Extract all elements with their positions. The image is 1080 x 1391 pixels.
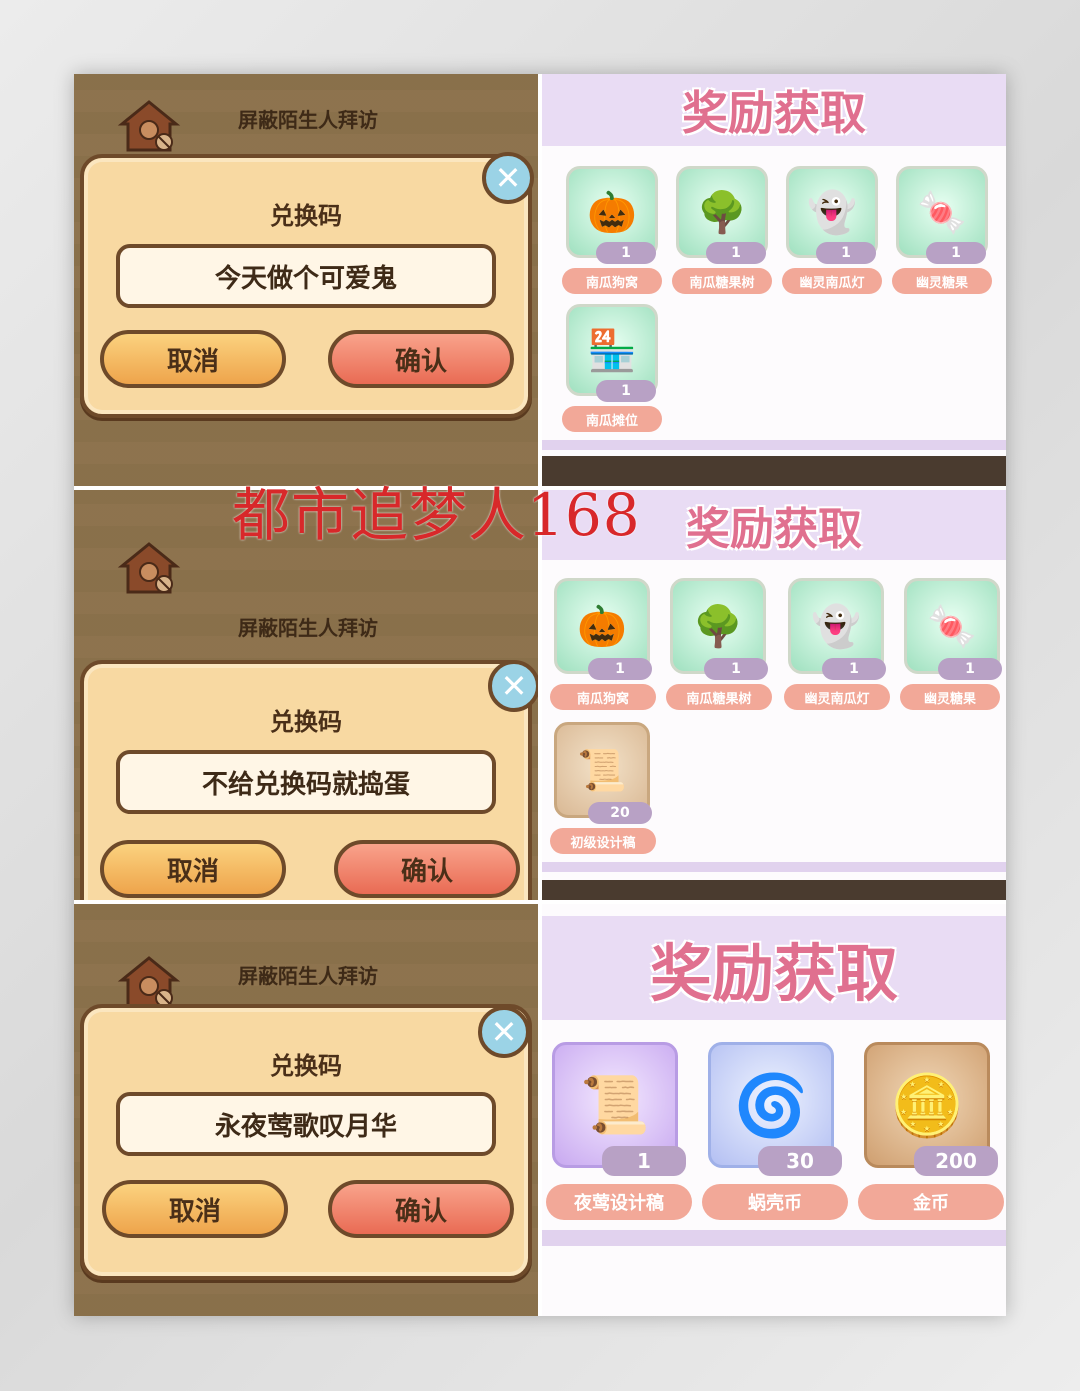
reward-item: 🎃 1 南瓜狗窝 bbox=[550, 578, 656, 710]
close-icon[interactable]: ✕ bbox=[482, 152, 534, 204]
item-name: 幽灵南瓜灯 bbox=[782, 268, 882, 294]
redeem-screen-1: 屏蔽陌生人拜访 兑换码 今天做个可爱鬼 取消 确认 ✕ bbox=[74, 74, 538, 486]
item-count: 1 bbox=[706, 242, 766, 264]
item-count: 1 bbox=[596, 380, 656, 402]
collage-frame: 屏蔽陌生人拜访 兑换码 今天做个可爱鬼 取消 确认 ✕ 奖励获取 🎃 1 南瓜狗… bbox=[74, 74, 1006, 1316]
item-count: 1 bbox=[822, 658, 886, 680]
reward-title: 奖励获取 bbox=[542, 74, 1006, 146]
reward-item: 🍬 1 幽灵糖果 bbox=[900, 578, 1002, 710]
reward-item: 🏪 1 南瓜摊位 bbox=[562, 304, 662, 434]
confirm-button[interactable]: 确认 bbox=[328, 330, 514, 388]
reward-item: 🌳 1 南瓜糖果树 bbox=[666, 578, 772, 710]
item-name: 南瓜狗窝 bbox=[562, 268, 662, 294]
item-name: 金币 bbox=[858, 1184, 1004, 1220]
item-name: 南瓜糖果树 bbox=[672, 268, 772, 294]
cancel-button[interactable]: 取消 bbox=[100, 330, 286, 388]
item-count: 20 bbox=[588, 802, 652, 824]
item-count: 1 bbox=[704, 658, 768, 680]
reward-screen-1: 奖励获取 🎃 1 南瓜狗窝 🌳 1 南瓜糖果树 👻 1 幽灵南瓜灯 🍬 1 幽灵… bbox=[542, 74, 1006, 486]
reward-item: 🪙 200 金币 bbox=[858, 1042, 1004, 1222]
item-name: 幽灵糖果 bbox=[892, 268, 992, 294]
item-count: 1 bbox=[938, 658, 1002, 680]
item-name: 幽灵南瓜灯 bbox=[784, 684, 890, 710]
reward-item: 📜 1 夜莺设计稿 bbox=[546, 1042, 692, 1222]
close-icon[interactable]: ✕ bbox=[488, 660, 538, 712]
item-count: 1 bbox=[596, 242, 656, 264]
confirm-button[interactable]: 确认 bbox=[334, 840, 520, 898]
item-name: 南瓜狗窝 bbox=[550, 684, 656, 710]
redeem-code-dialog: 兑换码 今天做个可爱鬼 取消 确认 bbox=[80, 154, 532, 418]
redeem-code-input[interactable]: 永夜莺歌叹月华 bbox=[116, 1092, 496, 1156]
block-stranger-visits-label: 屏蔽陌生人拜访 bbox=[238, 964, 378, 988]
item-count: 30 bbox=[758, 1146, 842, 1176]
house-block-icon bbox=[117, 100, 181, 152]
block-stranger-visits-label: 屏蔽陌生人拜访 bbox=[238, 616, 378, 640]
item-name: 幽灵糖果 bbox=[900, 684, 1000, 710]
item-name: 南瓜摊位 bbox=[562, 406, 662, 432]
footer-stripe bbox=[542, 1230, 1006, 1246]
footer-stripe bbox=[542, 862, 1006, 872]
item-count: 1 bbox=[816, 242, 876, 264]
confirm-button[interactable]: 确认 bbox=[328, 1180, 514, 1238]
reward-item: 👻 1 幽灵南瓜灯 bbox=[782, 166, 882, 296]
reward-item: 🍬 1 幽灵糖果 bbox=[892, 166, 992, 296]
house-block-icon bbox=[117, 956, 181, 1008]
redeem-code-dialog: 兑换码 永夜莺歌叹月华 取消 确认 bbox=[80, 1004, 532, 1280]
item-count: 1 bbox=[588, 658, 652, 680]
dialog-title: 兑换码 bbox=[270, 202, 342, 230]
reward-item: 🎃 1 南瓜狗窝 bbox=[562, 166, 662, 296]
item-count: 1 bbox=[602, 1146, 686, 1176]
reward-item: 👻 1 幽灵南瓜灯 bbox=[784, 578, 890, 710]
cancel-button[interactable]: 取消 bbox=[102, 1180, 288, 1238]
redeem-code-input[interactable]: 不给兑换码就捣蛋 bbox=[116, 750, 496, 814]
reward-item: 🌳 1 南瓜糖果树 bbox=[672, 166, 772, 296]
item-name: 南瓜糖果树 bbox=[666, 684, 772, 710]
reward-item: 📜 20 初级设计稿 bbox=[550, 722, 656, 854]
close-icon[interactable]: ✕ bbox=[478, 1006, 530, 1058]
background-strip bbox=[542, 880, 1006, 900]
dialog-title: 兑换码 bbox=[270, 708, 342, 736]
footer-stripe bbox=[542, 440, 1006, 450]
column-divider bbox=[538, 74, 542, 1316]
cancel-button[interactable]: 取消 bbox=[100, 840, 286, 898]
redeem-code-input[interactable]: 今天做个可爱鬼 bbox=[116, 244, 496, 308]
item-name: 初级设计稿 bbox=[550, 828, 656, 854]
item-count: 1 bbox=[926, 242, 986, 264]
redeem-screen-3: 屏蔽陌生人拜访 兑换码 永夜莺歌叹月华 取消 确认 ✕ bbox=[74, 904, 538, 1316]
dialog-title: 兑换码 bbox=[270, 1052, 342, 1080]
reward-screen-3: 奖励获取 📜 1 夜莺设计稿 🌀 30 蜗壳币 🪙 200 金币 bbox=[542, 904, 1006, 1316]
item-count: 200 bbox=[914, 1146, 998, 1176]
watermark-text: 都市追梦人168 bbox=[232, 481, 641, 549]
redeem-code-dialog: 兑换码 不给兑换码就捣蛋 取消 确认 bbox=[80, 660, 532, 900]
block-stranger-visits-label: 屏蔽陌生人拜访 bbox=[238, 108, 378, 132]
reward-title: 奖励获取 bbox=[542, 916, 1006, 1020]
item-name: 夜莺设计稿 bbox=[546, 1184, 692, 1220]
reward-item: 🌀 30 蜗壳币 bbox=[702, 1042, 848, 1222]
item-name: 蜗壳币 bbox=[702, 1184, 848, 1220]
house-block-icon bbox=[117, 542, 181, 594]
